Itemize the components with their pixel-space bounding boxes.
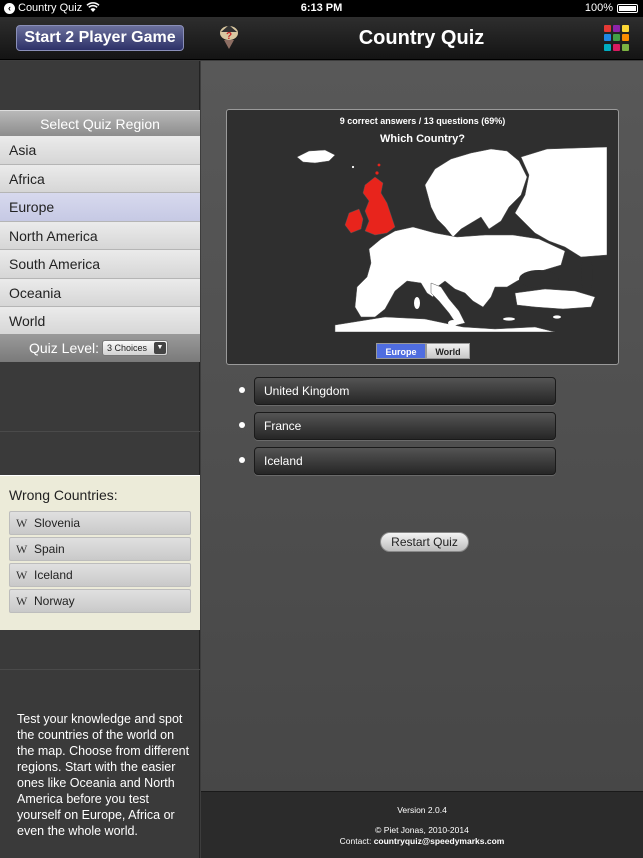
score-text: 9 correct answers / 13 questions (69%) [339,116,506,126]
main-content: 9 correct answers / 13 questions (69%) W… [201,61,643,791]
region-item-asia[interactable]: Asia [0,136,200,165]
quiz-level-select[interactable]: 3 Choices ▼ [102,340,168,356]
wikipedia-icon: W [16,568,28,582]
wrong-country-name: Spain [34,542,65,556]
region-item-south-america[interactable]: South America [0,250,200,279]
answer-button-united-kingdom[interactable]: United Kingdom [254,377,556,405]
bullet-icon [239,387,245,393]
wrong-countries-title: Wrong Countries: [9,487,118,503]
grid-square [622,43,629,51]
wrong-countries-panel: Wrong Countries: W Slovenia W Spain W Iceland… [0,475,200,630]
wrong-country-item[interactable]: W Iceland [9,563,191,587]
region-list: Asia Africa Europe North America South Ameri… [0,136,200,336]
quiz-level-value: 3 Choices [107,343,148,353]
europe-map[interactable] [295,147,607,332]
wikipedia-icon: W [16,542,28,556]
region-item-europe[interactable]: Europe [0,193,200,222]
copyright-text: © Piet Jonas, 2010-2014 [375,825,469,835]
grid-square [613,34,620,42]
wikipedia-icon: W [16,594,28,608]
apps-grid-icon[interactable] [604,25,630,51]
answer-button-france[interactable]: France [254,412,556,440]
sidebar: Select Quiz Region Asia Africa Europe North… [0,61,200,858]
map-tab-europe[interactable]: Europe [376,343,426,359]
grid-square [604,25,611,32]
answer-button-iceland[interactable]: Iceland [254,447,556,475]
page-title: Country Quiz [358,27,485,49]
battery-icon [617,4,638,13]
app-description: Test your knowledge and spot the countri… [17,712,190,838]
wrong-country-name: Norway [34,594,75,608]
start-2-player-button[interactable]: Start 2 Player Game [16,25,184,51]
sidebar-divider [0,669,200,670]
battery-percent: 100% [584,2,613,14]
quiz-level-label: Quiz Level: [29,340,100,356]
region-item-oceania[interactable]: Oceania [0,278,200,307]
grid-square [613,43,620,51]
question-text: Which Country? [380,133,465,145]
status-bar: ‹ Country Quiz 6:13 PM 100% [0,0,643,17]
bullet-icon [239,422,245,428]
contact-label: Contact: [339,836,372,846]
map-tab-world[interactable]: World [426,343,470,359]
contact-email-link[interactable]: countryquiz@speedymarks.com [374,836,505,846]
restart-quiz-button[interactable]: Restart Quiz [380,532,469,552]
version-text: Version 2.0.4 [397,805,447,815]
region-item-north-america[interactable]: North America [0,221,200,250]
footer: Version 2.0.4 © Piet Jonas, 2010-2014 Co… [201,791,643,858]
wrong-countries-list: W Slovenia W Spain W Iceland W Norway [9,511,191,615]
grid-square [604,43,611,51]
map-tabs: Europe World [376,343,470,359]
wrong-country-item[interactable]: W Slovenia [9,511,191,535]
wikipedia-icon: W [16,516,28,530]
grid-square [604,34,611,42]
quiz-level-bar: Quiz Level: 3 Choices ▼ [0,334,200,362]
region-item-africa[interactable]: Africa [0,164,200,193]
grid-square [613,25,620,32]
region-item-world[interactable]: World [0,307,200,336]
region-header: Select Quiz Region [0,110,200,136]
top-bar: Start 2 Player Game ? Country Quiz [0,17,643,60]
contact-line: Contact: countryquiz@speedymarks.com [201,836,643,846]
status-time: 6:13 PM [300,2,343,14]
map-panel: 9 correct answers / 13 questions (69%) W… [226,109,619,365]
wrong-country-name: Iceland [34,568,73,582]
sidebar-divider [0,431,200,432]
wrong-country-name: Slovenia [34,516,81,530]
chevron-down-icon: ▼ [154,342,166,354]
grid-square [622,34,629,42]
wrong-country-item[interactable]: W Norway [9,589,191,613]
wrong-country-item[interactable]: W Spain [9,537,191,561]
grid-square [622,25,629,32]
bullet-icon [239,457,245,463]
